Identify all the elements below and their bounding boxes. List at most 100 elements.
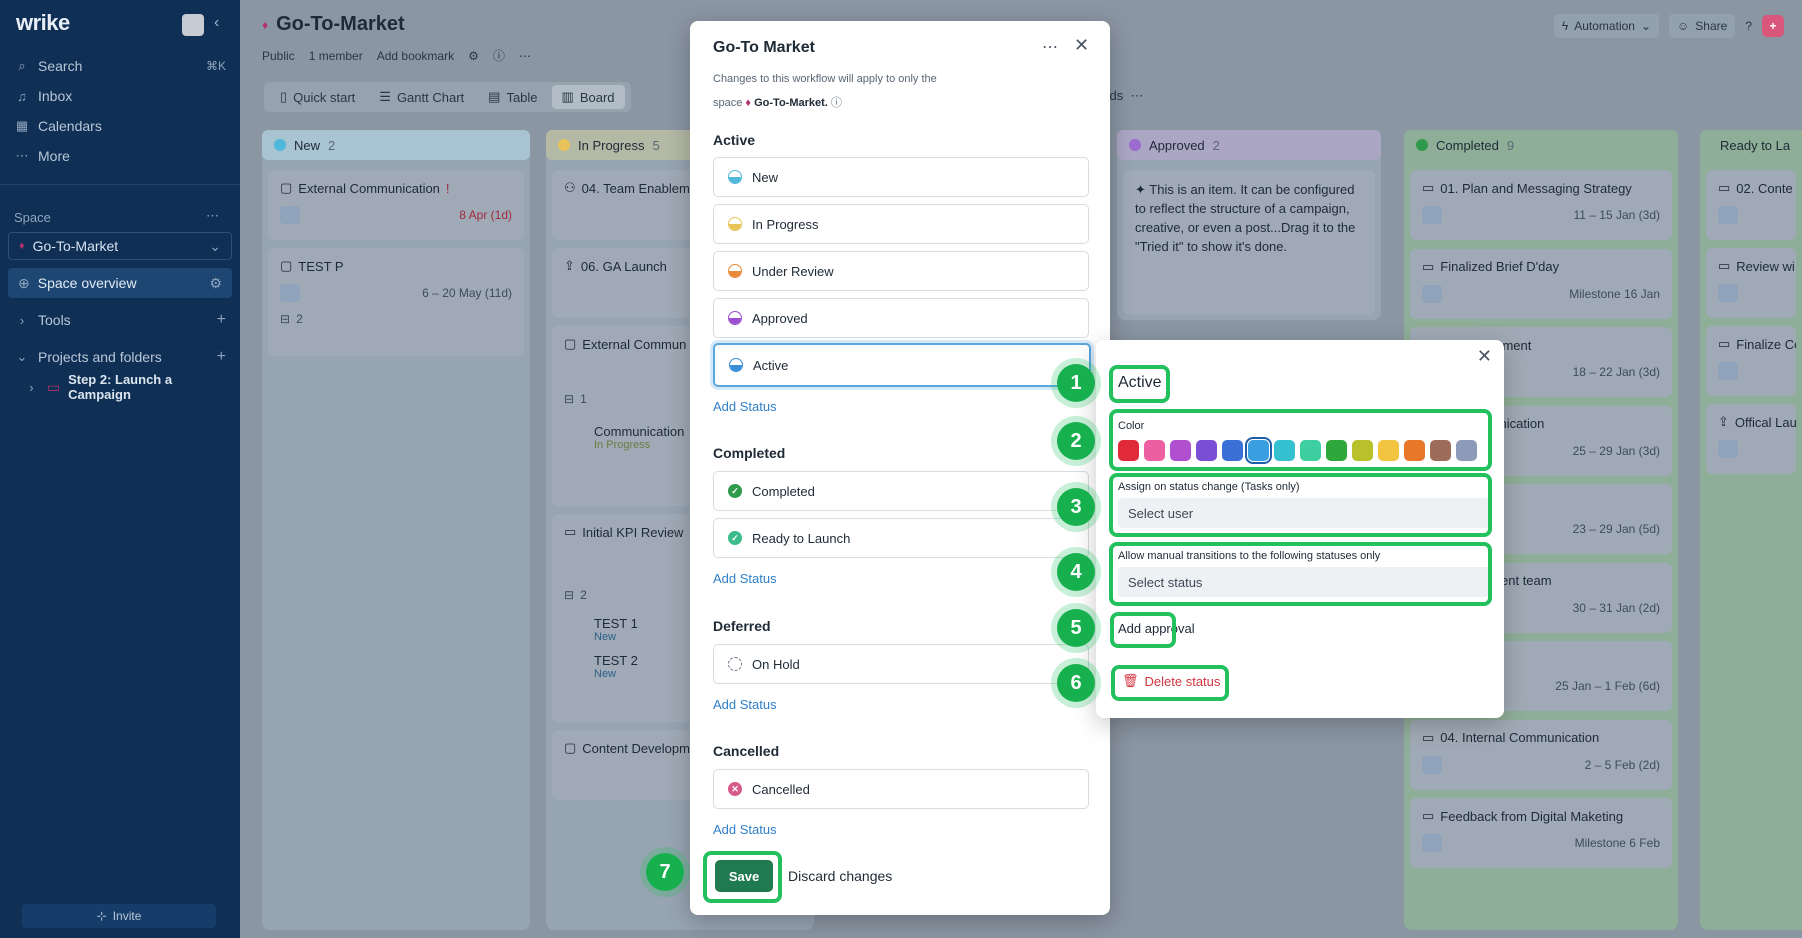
add-icon[interactable]: + xyxy=(217,348,226,366)
status-row[interactable]: On Hold xyxy=(713,644,1089,684)
assign-icon[interactable] xyxy=(1718,206,1738,224)
sidebar-item-tools[interactable]: › Tools + xyxy=(14,307,226,333)
status-row[interactable]: New xyxy=(713,157,1089,197)
sidebar-item-more[interactable]: ⋯ More xyxy=(14,143,226,169)
subtask-icon: ⊟ xyxy=(280,312,291,326)
board-card[interactable]: ▢ TEST P 6 – 20 May (11d) ⊟ 2 xyxy=(268,248,524,356)
more-icon[interactable]: ⋯ xyxy=(1042,37,1059,57)
card-date: 25 Jan – 1 Feb (6d) xyxy=(1555,679,1660,693)
board-card[interactable]: ✦ This is an item. It can be configured … xyxy=(1123,170,1375,315)
visibility-label[interactable]: Public xyxy=(262,49,295,63)
status-row[interactable]: ✓ Ready to Launch xyxy=(713,518,1089,558)
gear-icon[interactable]: ⚙ xyxy=(468,49,479,63)
board-card[interactable]: ▭ Finalize Co xyxy=(1706,326,1796,396)
assign-icon[interactable] xyxy=(280,284,300,302)
column-header[interactable]: New 2 xyxy=(262,130,530,160)
card-date: Milestone 6 Feb xyxy=(1574,836,1660,850)
close-icon[interactable]: ✕ xyxy=(1074,35,1089,56)
add-icon[interactable]: + xyxy=(217,311,226,329)
workflow-modal: Go-To Market ⋯ ✕ Changes to this workflo… xyxy=(690,21,1110,915)
bell-icon: ♫ xyxy=(17,88,27,104)
status-row[interactable]: Approved xyxy=(713,298,1089,338)
board-card[interactable]: ▭ Review wi xyxy=(1706,248,1796,318)
automation-button[interactable]: ϟ Automation ⌄ xyxy=(1553,14,1660,38)
check-icon: ✓ xyxy=(728,484,742,498)
tab-quick-start[interactable]: ▯ Quick start xyxy=(270,85,365,109)
task-icon: ▢ xyxy=(280,258,293,273)
add-bookmark-link[interactable]: Add bookmark xyxy=(377,49,454,63)
share-button[interactable]: ☺ Share xyxy=(1669,14,1736,38)
sidebar-item-projects[interactable]: ⌄ Projects and folders + xyxy=(14,344,226,370)
help-icon[interactable]: ? xyxy=(1745,19,1752,33)
sidebar-item-search[interactable]: ⌕ Search ⌘K xyxy=(14,53,226,79)
info-icon[interactable]: ⓘ xyxy=(493,47,505,64)
space-selector[interactable]: ♦ Go-To-Market ⌄ xyxy=(8,232,232,260)
assign-icon[interactable] xyxy=(1422,755,1442,774)
board-card[interactable]: ▭ 01. Plan and Messaging Strategy 11 – 15 … xyxy=(1410,170,1672,240)
board-card[interactable]: ⇪ Offical Lau xyxy=(1706,404,1796,474)
add-status-link[interactable]: Add Status xyxy=(713,822,777,837)
highlight-status-name xyxy=(1109,365,1170,403)
assign-icon[interactable] xyxy=(1718,284,1738,302)
assign-icon[interactable] xyxy=(1422,206,1442,224)
card-date: 25 – 29 Jan (3d) xyxy=(1572,443,1660,458)
status-icon xyxy=(728,170,742,184)
close-icon[interactable]: ✕ xyxy=(1477,346,1492,367)
column-header[interactable]: Approved 2 xyxy=(1117,130,1381,160)
column-title: Approved xyxy=(1149,137,1205,153)
callout-6: 6 xyxy=(1057,664,1095,702)
highlight-color xyxy=(1109,409,1492,471)
card-title: Offical Lau xyxy=(1734,414,1796,430)
more-icon[interactable]: ⋯ xyxy=(519,49,531,63)
task-icon: ▢ xyxy=(280,180,293,195)
status-row[interactable]: ✕ Cancelled xyxy=(713,769,1089,809)
board-card[interactable]: ▭ Feedback from Digital Maketing Milestone… xyxy=(1410,798,1672,868)
status-name: Approved xyxy=(752,310,808,326)
invite-button[interactable]: ⊹ Invite xyxy=(22,904,216,928)
highlight-add-approval xyxy=(1110,612,1176,648)
add-status-link[interactable]: Add Status xyxy=(713,697,777,712)
status-row[interactable]: In Progress xyxy=(713,204,1089,244)
board-card[interactable]: ▭ 04. Internal Communication 2 – 5 Feb (2d… xyxy=(1410,719,1672,790)
subtask-icon: ⊟ xyxy=(564,588,575,602)
add-status-link[interactable]: Add Status xyxy=(713,571,777,586)
column-count: 5 xyxy=(652,137,660,153)
chevron-left-icon[interactable]: ‹ xyxy=(214,14,219,32)
discard-changes-button[interactable]: Discard changes xyxy=(788,868,892,884)
tab-table[interactable]: ▤ Table xyxy=(478,85,547,109)
column-header[interactable]: Ready to La xyxy=(1700,130,1802,160)
wrike-logo[interactable]: wrike xyxy=(16,10,70,36)
create-button[interactable]: + xyxy=(1762,15,1784,37)
tab-gantt[interactable]: ☰ Gantt Chart xyxy=(369,85,474,109)
desc-space-word: space xyxy=(713,97,743,109)
assign-icon[interactable] xyxy=(1718,440,1738,458)
status-row[interactable]: Under Review xyxy=(713,251,1089,291)
add-status-link[interactable]: Add Status xyxy=(713,399,777,414)
sidebar-item-space-overview[interactable]: ⊕ Space overview ⚙ xyxy=(8,268,232,298)
status-icon xyxy=(728,217,742,231)
status-name: On Hold xyxy=(752,656,800,672)
status-row[interactable]: ✓ Completed xyxy=(713,471,1089,511)
members-link[interactable]: 1 member xyxy=(309,49,363,63)
chevron-down-icon: ⌄ xyxy=(1640,19,1652,33)
assign-icon[interactable] xyxy=(1422,284,1442,303)
sidebar-item-calendars[interactable]: ▦ Calendars xyxy=(14,113,226,139)
column-header[interactable]: Completed 9 xyxy=(1404,130,1678,160)
board-card[interactable]: ▢ External Communication! 8 Apr (1d) xyxy=(268,170,524,240)
tab-board[interactable]: ▥ Board xyxy=(551,85,625,109)
gear-icon[interactable]: ⚙ xyxy=(209,275,222,292)
sidebar-item-inbox[interactable]: ♫ Inbox xyxy=(14,83,226,109)
sidebar-item-project[interactable]: › ▭ Step 2: Launch a Campaign xyxy=(24,372,226,402)
space-more-icon[interactable]: ⋯ xyxy=(206,208,219,224)
assign-icon[interactable] xyxy=(280,206,300,224)
board-card[interactable]: ▭ 02. Conte xyxy=(1706,170,1796,240)
help-icon[interactable]: ⓘ xyxy=(831,97,842,109)
board-card[interactable]: ▭ Finalized Brief D'day Milestone 16 Jan xyxy=(1410,248,1672,319)
assign-icon[interactable] xyxy=(1422,834,1442,852)
status-icon xyxy=(729,358,743,372)
launch-icon: ⇪ xyxy=(564,258,575,273)
status-row-selected[interactable]: Active xyxy=(713,343,1091,387)
avatar[interactable] xyxy=(182,14,204,36)
assign-icon[interactable] xyxy=(1718,362,1738,380)
calendar-icon: ▦ xyxy=(15,118,29,133)
